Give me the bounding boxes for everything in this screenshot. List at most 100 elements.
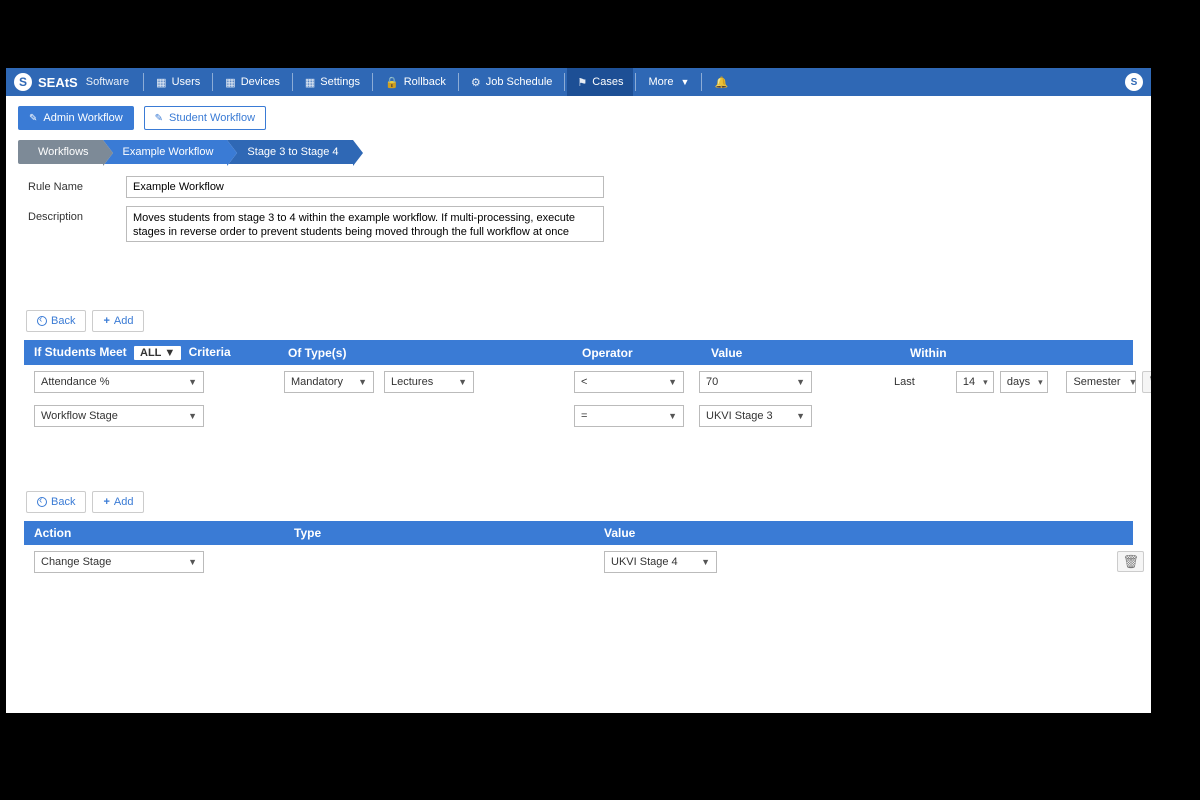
dropdown-value: UKVI Stage 4 bbox=[611, 556, 678, 568]
criteria-value-dropdown[interactable]: UKVI Stage 3▼ bbox=[699, 405, 812, 427]
tab-student-workflow[interactable]: ✎ Student Workflow bbox=[144, 106, 266, 130]
criteria-field-dropdown[interactable]: Workflow Stage ▼ bbox=[34, 405, 204, 427]
grid-icon: ▦ bbox=[225, 76, 235, 89]
button-label: Back bbox=[51, 315, 75, 327]
plus-icon: + bbox=[103, 315, 109, 327]
breadcrumb-root[interactable]: Workflows bbox=[18, 140, 103, 164]
brand-subtitle: Software bbox=[86, 76, 129, 88]
dropdown-value: Change Stage bbox=[41, 556, 111, 568]
nav-separator bbox=[701, 73, 702, 91]
criteria-type1-dropdown[interactable]: Mandatory ▼ bbox=[284, 371, 374, 393]
nav-label: Rollback bbox=[404, 76, 446, 88]
dropdown-value: = bbox=[581, 410, 587, 422]
criteria-header-within: Within bbox=[910, 346, 1151, 360]
back-button[interactable]: Back bbox=[26, 491, 86, 513]
trash-icon: 🗑 bbox=[1147, 374, 1151, 389]
tab-admin-workflow[interactable]: ✎ Admin Workflow bbox=[18, 106, 134, 130]
breadcrumb-workflow[interactable]: Example Workflow bbox=[103, 140, 228, 164]
chevron-down-icon: ▼ bbox=[164, 347, 175, 359]
nav-label: More bbox=[648, 76, 673, 88]
criteria-header-meet: If Students Meet ALL▼ Criteria bbox=[34, 345, 284, 360]
breadcrumb: Workflows Example Workflow Stage 3 to St… bbox=[6, 140, 1151, 172]
delete-action-button[interactable]: 🗑 bbox=[1117, 551, 1144, 572]
chevron-down-icon: ▼ bbox=[796, 377, 805, 387]
criteria-header-value: Value bbox=[711, 346, 906, 360]
nav-label: Job Schedule bbox=[486, 76, 553, 88]
add-action-button[interactable]: + Add bbox=[92, 491, 144, 513]
actions-header: Action Type Value bbox=[24, 521, 1133, 545]
nav-job-schedule[interactable]: ⚙ Job Schedule bbox=[461, 68, 563, 96]
chevron-down-icon: ▼ bbox=[668, 411, 677, 421]
dropdown-value: Semester bbox=[1073, 376, 1120, 388]
nav-separator bbox=[292, 73, 293, 91]
nav-label: Users bbox=[172, 76, 201, 88]
rule-name-input[interactable] bbox=[126, 176, 604, 198]
gears-icon: ⚙ bbox=[471, 76, 481, 89]
chevron-down-icon: ▼ bbox=[188, 377, 197, 387]
user-avatar[interactable]: S bbox=[1125, 73, 1143, 91]
nav-separator bbox=[458, 73, 459, 91]
chevron-down-icon: ▼ bbox=[188, 411, 197, 421]
criteria-operator-dropdown[interactable]: =▼ bbox=[574, 405, 684, 427]
trash-icon: 🗑 bbox=[1122, 554, 1139, 569]
action-value-dropdown[interactable]: UKVI Stage 4▼ bbox=[604, 551, 717, 573]
plus-icon: + bbox=[103, 496, 109, 508]
actions-header-value: Value bbox=[604, 526, 1144, 540]
button-label: Add bbox=[114, 496, 134, 508]
back-button[interactable]: Back bbox=[26, 310, 86, 332]
dropdown-value: days bbox=[1007, 376, 1030, 388]
nav-settings[interactable]: ▦Settings bbox=[295, 68, 370, 96]
delete-criteria-button[interactable]: 🗑 bbox=[1142, 371, 1151, 393]
chevron-down-icon: ▼ bbox=[188, 557, 197, 567]
actions-header-type: Type bbox=[294, 526, 604, 540]
description-textarea[interactable]: Moves students from stage 3 to 4 within … bbox=[126, 206, 604, 242]
bell-icon: 🔔 bbox=[714, 76, 728, 89]
criteria-field-dropdown[interactable]: Attendance %▼ bbox=[34, 371, 204, 393]
criteria-all-dropdown[interactable]: ALL▼ bbox=[134, 346, 181, 360]
criteria-row: Attendance %▼ Mandatory ▼ Lectures▼ <▼ 70… bbox=[24, 365, 1133, 399]
header-text: Criteria bbox=[189, 345, 231, 359]
criteria-value-dropdown[interactable]: 70 ▼ bbox=[699, 371, 812, 393]
nav-rollback[interactable]: 🔒Rollback bbox=[375, 68, 456, 96]
edit-icon: ✎ bbox=[29, 113, 37, 124]
chevron-down-icon: ▼ bbox=[358, 377, 367, 387]
criteria-type2-dropdown[interactable]: Lectures▼ bbox=[384, 371, 474, 393]
within-scope-dropdown[interactable]: Semester ▼ bbox=[1066, 371, 1136, 393]
nav-cases[interactable]: ⚑Cases bbox=[567, 68, 633, 96]
brand: S SEAtS Software bbox=[14, 73, 141, 91]
chevron-down-icon: ▼ bbox=[668, 377, 677, 387]
dropdown-value: Workflow Stage bbox=[41, 410, 118, 422]
dropdown-value: UKVI Stage 3 bbox=[706, 410, 773, 422]
tab-label: Admin Workflow bbox=[43, 112, 122, 124]
nav-more[interactable]: More ▼ bbox=[638, 68, 699, 96]
within-last-label: Last bbox=[894, 376, 915, 388]
nav-label: Settings bbox=[320, 76, 360, 88]
chevron-down-icon: ▼ bbox=[1129, 377, 1138, 387]
criteria-operator-dropdown[interactable]: <▼ bbox=[574, 371, 684, 393]
chevron-down-icon: ▾ bbox=[1038, 377, 1043, 388]
chevron-down-icon: ▾ bbox=[983, 377, 988, 388]
action-dropdown[interactable]: Change Stage ▼ bbox=[34, 551, 204, 573]
actions-controls: Back + Add bbox=[6, 483, 1151, 521]
nav-separator bbox=[564, 73, 565, 91]
criteria-row: Workflow Stage▼ =▼ UKVI Stage 3▼ bbox=[24, 399, 1133, 433]
nav-separator bbox=[143, 73, 144, 91]
chevron-down-icon: ▼ bbox=[681, 77, 690, 87]
chevron-down-icon: ▼ bbox=[458, 377, 467, 387]
add-criteria-button[interactable]: + Add bbox=[92, 310, 144, 332]
brand-name: SEAtS bbox=[38, 75, 78, 90]
within-number-dropdown[interactable]: 14▾ bbox=[956, 371, 994, 393]
top-navbar: S SEAtS Software ▦Users ▦Devices ▦Settin… bbox=[6, 68, 1151, 96]
breadcrumb-stage[interactable]: Stage 3 to Stage 4 bbox=[227, 140, 352, 164]
dropdown-value: 70 bbox=[706, 376, 718, 388]
criteria-controls: Back + Add bbox=[6, 302, 1151, 340]
nav-users[interactable]: ▦Users bbox=[146, 68, 210, 96]
nav-devices[interactable]: ▦Devices bbox=[215, 68, 290, 96]
dropdown-value: Mandatory bbox=[291, 376, 343, 388]
button-label: Add bbox=[114, 315, 134, 327]
within-unit-dropdown[interactable]: days ▾ bbox=[1000, 371, 1048, 393]
description-label: Description bbox=[28, 206, 98, 223]
nav-separator bbox=[635, 73, 636, 91]
workflow-tabbar: ✎ Admin Workflow ✎ Student Workflow bbox=[6, 96, 1151, 140]
nav-notifications[interactable]: 🔔 bbox=[704, 68, 738, 96]
